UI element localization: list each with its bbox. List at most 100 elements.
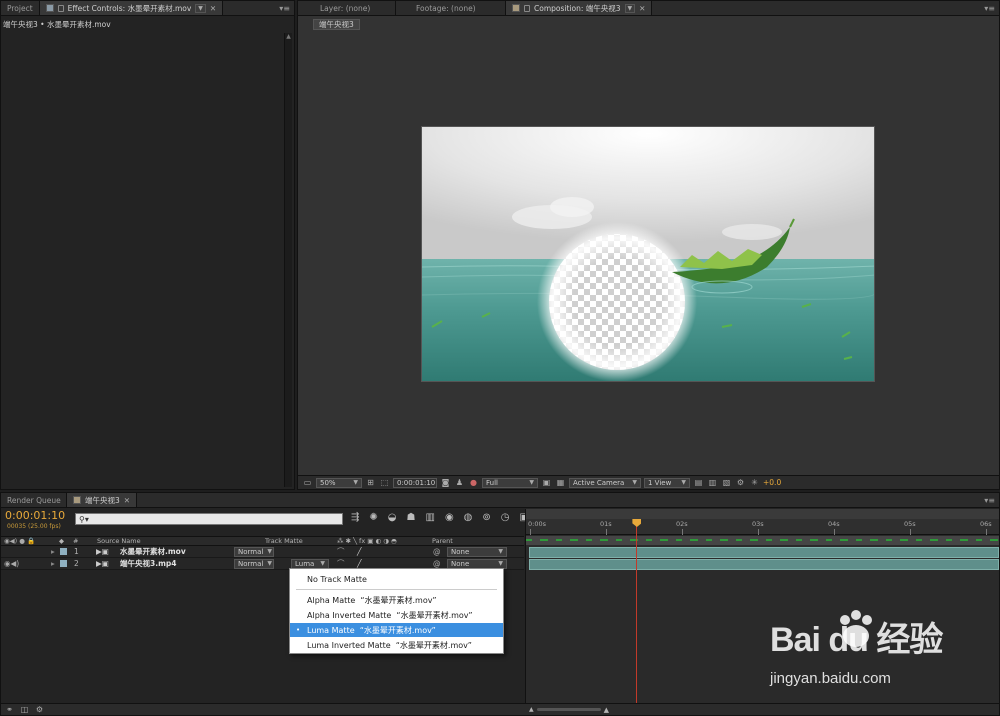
close-icon[interactable]: ✕ (124, 496, 130, 505)
menu-item-luma-inverted-matte[interactable]: Luma Inverted Matte “水墨晕开素材.mov” (290, 638, 503, 652)
panel-menu-icon[interactable]: ▾≡ (984, 496, 995, 505)
blend-mode-dropdown[interactable]: Normal ▼ (234, 546, 274, 557)
exposure-reset-icon[interactable]: ✳ (749, 477, 760, 488)
shy-layers-icon[interactable]: ☗ (407, 512, 416, 523)
work-area-bar[interactable] (526, 509, 999, 519)
tab-layer[interactable]: Layer: (none) (298, 1, 396, 15)
scroll-up-icon[interactable]: ▲ (285, 33, 292, 40)
shy-switch-icon[interactable]: ⌒ (337, 546, 345, 557)
menu-item-alpha-inverted-matte[interactable]: Alpha Inverted Matte “水墨晕开素材.mov” (290, 608, 503, 622)
tab-render-queue[interactable]: Render Queue (1, 493, 67, 507)
timeline-search-input[interactable]: ⚲▾ (75, 513, 343, 525)
close-icon[interactable]: ✕ (210, 4, 216, 13)
exposure-value[interactable]: +0.0 (763, 478, 781, 487)
toggle-durations-icon[interactable]: ⚙ (34, 704, 45, 715)
fast-previews-icon[interactable]: ▣ (541, 477, 552, 488)
label-color-swatch[interactable] (60, 548, 67, 555)
track-matte-dropdown[interactable]: Luma ▼ (291, 558, 329, 569)
lock-icon[interactable] (57, 4, 64, 12)
timeline-timecode[interactable]: 0:00:01:10 (5, 509, 65, 522)
flowchart-icon[interactable]: ⚙ (735, 477, 746, 488)
current-time-indicator[interactable] (632, 519, 642, 703)
layer-name[interactable]: 端午央视3.mp4 (120, 558, 176, 569)
quality-switch-icon[interactable]: ╱ (357, 547, 362, 556)
layer-name[interactable]: 水墨晕开素材.mov (120, 546, 186, 557)
timeline-icon[interactable]: ▥ (707, 477, 718, 488)
panel-menu-icon[interactable]: ▾≡ (279, 4, 290, 13)
zoom-slider[interactable]: ▲ ▲ (529, 706, 609, 714)
layer-row[interactable]: ▸ 1 ▶▣ 水墨晕开素材.mov Normal ▼ ⌒ ╱ @ None ▼ (1, 546, 524, 558)
ruler-label: 06s (980, 520, 992, 528)
expand-arrow-icon[interactable]: ▸ (51, 559, 55, 568)
region-of-interest-icon[interactable]: ⬚ (379, 477, 390, 488)
track-matte-value: Luma (295, 559, 315, 568)
composition-icon (512, 4, 520, 12)
camera-dropdown[interactable]: Active Camera ▼ (569, 477, 641, 488)
composition-dropdown[interactable]: ▼ (624, 3, 636, 13)
menu-item-no-track-matte[interactable]: No Track Matte (290, 572, 503, 586)
tab-layer-label: Layer: (none) (320, 3, 371, 13)
panel-menu-icon[interactable]: ▾≡ (984, 4, 995, 13)
magnification-dropdown[interactable]: 50% ▼ (316, 477, 362, 488)
quality-switch-icon[interactable]: ╱ (357, 559, 362, 568)
tab-composition[interactable]: Composition: 端午央视3 ▼ ✕ (506, 1, 653, 15)
layer-duration-bar[interactable] (529, 559, 999, 570)
ruler-label: 01s (600, 520, 612, 528)
show-snapshot-icon[interactable]: ♟ (454, 477, 465, 488)
layer-duration-bar[interactable] (529, 547, 999, 558)
resolution-dropdown[interactable]: Full ▼ (482, 477, 538, 488)
zoom-in-icon[interactable]: ▲ (604, 706, 609, 714)
close-icon[interactable]: ✕ (639, 4, 645, 13)
label-color-swatch[interactable] (60, 560, 67, 567)
current-time-field[interactable]: 0:00:01:10 (393, 477, 437, 488)
ruler-label: 04s (828, 520, 840, 528)
tab-project[interactable]: Project (1, 1, 40, 15)
view-layout-dropdown[interactable]: 1 View ▼ (644, 477, 690, 488)
toggle-modes-icon[interactable]: ◫ (19, 704, 30, 715)
pick-whip-icon[interactable]: @ (433, 559, 441, 568)
live-update-icon[interactable]: ✺ (369, 512, 377, 523)
draft-3d-icon[interactable]: ◒ (388, 512, 397, 523)
motion-blur-icon[interactable]: ◉ (445, 512, 454, 523)
menu-item-alpha-matte[interactable]: Alpha Matte “水墨晕开素材.mov” (290, 593, 503, 607)
parent-value: None (451, 547, 470, 556)
effect-controls-dropdown[interactable]: ▼ (195, 3, 206, 13)
parent-dropdown[interactable]: None ▼ (447, 546, 507, 557)
tab-effect-controls[interactable]: Effect Controls: 水墨晕开素材.mov ▼ ✕ (39, 1, 224, 15)
comp-mini-flowchart-icon[interactable]: ⇶ (351, 512, 359, 523)
menu-item-luma-matte[interactable]: • Luma Matte “水墨晕开素材.mov” (290, 623, 503, 637)
lock-icon[interactable] (524, 4, 530, 12)
expand-arrow-icon[interactable]: ▸ (51, 547, 55, 556)
safe-margins-icon[interactable]: ⊞ (365, 477, 376, 488)
always-preview-icon[interactable]: ▭ (302, 477, 313, 488)
tab-footage[interactable]: Footage: (none) (396, 1, 506, 15)
tab-timeline-comp[interactable]: 端午央视3 ✕ (67, 493, 138, 507)
frame-blending-icon[interactable]: ▥ (425, 512, 434, 523)
composition-canvas[interactable] (421, 126, 875, 382)
graph-editor-icon[interactable]: ◍ (464, 512, 473, 523)
ruler-label: 03s (752, 520, 764, 528)
stopwatch-icon[interactable]: ◷ (501, 512, 510, 523)
column-source-name[interactable]: Source Name (97, 537, 141, 545)
parent-dropdown[interactable]: None ▼ (447, 558, 507, 569)
ruler-label: 0:00s (528, 520, 546, 528)
time-ruler[interactable]: 0:00s 01s 02s 03s 04s 05s 06s (526, 519, 999, 535)
snapshot-icon[interactable]: ◙ (440, 477, 451, 488)
scrollbar[interactable]: ▲ (284, 33, 292, 487)
comp-name-chip[interactable]: 端午央视3 (313, 19, 360, 30)
zoom-track[interactable] (536, 708, 601, 711)
transparency-grid-icon[interactable]: ▦ (555, 477, 566, 488)
zoom-out-icon[interactable]: ▲ (529, 706, 534, 713)
color-channels-icon[interactable]: ● (468, 477, 479, 488)
blend-mode-dropdown[interactable]: Normal ▼ (234, 558, 274, 569)
brainstorm-icon[interactable]: ⊚ (482, 512, 490, 523)
toggle-pixel-aspect-icon[interactable]: ▤ (693, 477, 704, 488)
toggle-switches-icon[interactable]: ⚭ (4, 704, 15, 715)
comp-flowchart-icon[interactable]: ▧ (721, 477, 732, 488)
keyframe-strip (526, 536, 999, 545)
chevron-down-icon: ▼ (498, 548, 503, 555)
tab-composition-label: Composition: 端午央视3 (534, 3, 621, 13)
visibility-icon[interactable]: ◉◀) (4, 559, 19, 568)
pick-whip-icon[interactable]: @ (433, 547, 441, 556)
menu-item-label: Luma Matte “水墨晕开素材.mov” (307, 625, 436, 635)
